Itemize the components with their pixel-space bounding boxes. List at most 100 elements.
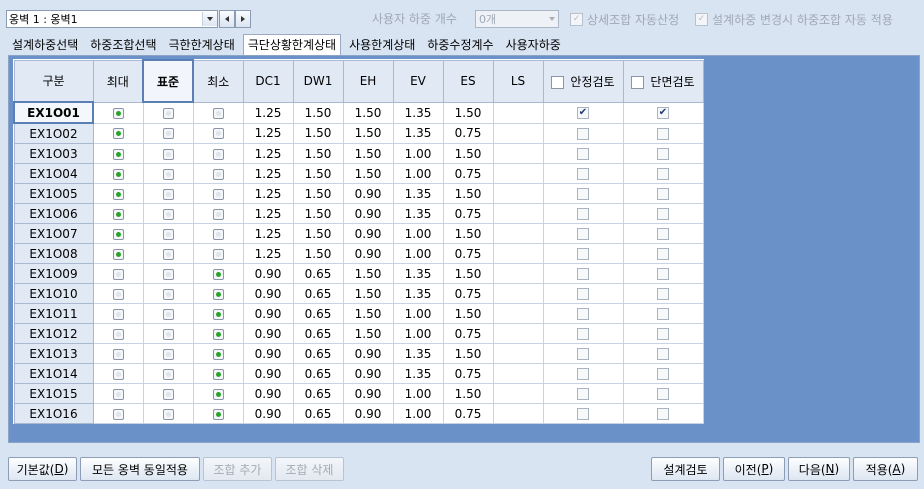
cell-ev[interactable]: 1.00	[392, 223, 444, 244]
row-id[interactable]: EX1O13	[13, 343, 94, 364]
radio-cell-max[interactable]	[92, 263, 144, 284]
radio-cell-std[interactable]	[142, 183, 194, 204]
cell-eh[interactable]: 1.50	[342, 323, 394, 344]
section-checkbox[interactable]	[657, 308, 669, 320]
cell-ls[interactable]	[492, 403, 544, 424]
cell-stability[interactable]	[542, 143, 624, 164]
cell-dw1[interactable]: 1.50	[292, 223, 344, 244]
cell-dw1[interactable]: 1.50	[292, 163, 344, 184]
radio-max[interactable]	[112, 328, 124, 340]
section-checkbox[interactable]	[657, 208, 669, 220]
radio-cell-std[interactable]	[142, 143, 194, 164]
row-id[interactable]: EX1O16	[13, 403, 94, 424]
cell-section[interactable]	[622, 403, 704, 424]
cell-dw1[interactable]: 0.65	[292, 323, 344, 344]
table-row[interactable]: EX1O10 0.90 0.65 1.50 1.35 0.75	[13, 283, 704, 304]
cell-dc1[interactable]: 1.25	[242, 143, 294, 164]
radio-cell-max[interactable]	[92, 163, 144, 184]
radio-cell-std[interactable]	[142, 383, 194, 404]
cell-stability[interactable]: ✔	[542, 101, 624, 124]
radio-std[interactable]	[162, 107, 174, 119]
apply-button[interactable]: 적용(A)	[853, 457, 918, 481]
radio-std[interactable]	[162, 328, 174, 340]
cell-section[interactable]: ✔	[622, 101, 704, 124]
cell-ls[interactable]	[492, 343, 544, 364]
cell-eh[interactable]: 1.50	[342, 163, 394, 184]
table-row[interactable]: EX1O06 1.25 1.50 0.90 1.35 0.75	[13, 203, 704, 224]
radio-cell-std[interactable]	[142, 223, 194, 244]
table-row[interactable]: EX1O01 1.25 1.50 1.50 1.35 1.50 ✔ ✔	[13, 101, 704, 124]
radio-cell-std[interactable]	[142, 403, 194, 424]
row-id[interactable]: EX1O08	[13, 243, 94, 264]
cell-ev[interactable]: 1.00	[392, 403, 444, 424]
radio-std[interactable]	[162, 228, 174, 240]
radio-cell-max[interactable]	[92, 283, 144, 304]
cell-es[interactable]: 1.50	[442, 263, 494, 284]
row-id[interactable]: EX1O05	[13, 183, 94, 204]
cell-ev[interactable]: 1.35	[392, 263, 444, 284]
cell-section[interactable]	[622, 383, 704, 404]
cell-dc1[interactable]: 0.90	[242, 383, 294, 404]
radio-max[interactable]	[112, 208, 124, 220]
radio-max[interactable]	[112, 128, 124, 140]
cell-dw1[interactable]: 0.65	[292, 263, 344, 284]
radio-min[interactable]	[212, 168, 224, 180]
cell-ev[interactable]: 1.35	[392, 101, 444, 124]
radio-max[interactable]	[112, 288, 124, 300]
table-row[interactable]: EX1O07 1.25 1.50 0.90 1.00 1.50	[13, 223, 704, 244]
row-id[interactable]: EX1O04	[13, 163, 94, 184]
apply-all-walls-button[interactable]: 모든 옹벽 동일적용	[80, 457, 200, 481]
section-checkbox[interactable]	[657, 127, 669, 140]
cell-stability[interactable]	[542, 223, 624, 244]
radio-cell-min[interactable]	[192, 143, 244, 164]
stability-checkbox[interactable]	[577, 288, 589, 300]
cell-dc1[interactable]: 0.90	[242, 323, 294, 344]
cell-ls[interactable]	[492, 101, 544, 124]
cell-ev[interactable]: 1.00	[392, 143, 444, 164]
cell-dc1[interactable]: 1.25	[242, 243, 294, 264]
cell-section[interactable]	[622, 303, 704, 324]
radio-cell-std[interactable]	[142, 203, 194, 224]
cell-es[interactable]: 1.50	[442, 101, 494, 124]
radio-std[interactable]	[162, 128, 174, 140]
cell-section[interactable]	[622, 243, 704, 264]
next-wall-button[interactable]	[235, 10, 251, 28]
radio-cell-max[interactable]	[92, 343, 144, 364]
cell-dc1[interactable]: 0.90	[242, 283, 294, 304]
radio-cell-std[interactable]	[142, 263, 194, 284]
table-row[interactable]: EX1O08 1.25 1.50 0.90 1.00 0.75	[13, 243, 704, 264]
radio-std[interactable]	[162, 208, 174, 220]
cell-ev[interactable]: 1.35	[392, 122, 444, 144]
radio-cell-std[interactable]	[142, 163, 194, 184]
cell-section[interactable]	[622, 163, 704, 184]
cell-stability[interactable]	[542, 303, 624, 324]
cell-dc1[interactable]: 0.90	[242, 403, 294, 424]
wall-select[interactable]: 옹벽 1 : 옹벽1	[6, 10, 218, 28]
cell-stability[interactable]	[542, 383, 624, 404]
cell-dw1[interactable]: 0.65	[292, 343, 344, 364]
col-header-ev[interactable]: EV	[392, 59, 444, 103]
cell-es[interactable]: 0.75	[442, 203, 494, 224]
stability-checkbox[interactable]: ✔	[577, 107, 589, 119]
radio-max[interactable]	[112, 148, 124, 160]
cell-section[interactable]	[622, 263, 704, 284]
col-header-es[interactable]: ES	[442, 59, 494, 103]
cell-es[interactable]: 0.75	[442, 323, 494, 344]
stability-checkbox[interactable]	[577, 188, 589, 200]
radio-min[interactable]	[212, 288, 224, 300]
cell-dc1[interactable]: 1.25	[242, 122, 294, 144]
cell-section[interactable]	[622, 183, 704, 204]
radio-cell-min[interactable]	[192, 101, 244, 124]
prev-wall-button[interactable]	[219, 10, 235, 28]
cell-dc1[interactable]: 0.90	[242, 343, 294, 364]
cell-eh[interactable]: 0.90	[342, 363, 394, 384]
cell-ev[interactable]: 1.35	[392, 363, 444, 384]
radio-cell-max[interactable]	[92, 183, 144, 204]
table-row[interactable]: EX1O11 0.90 0.65 1.50 1.00 1.50	[13, 303, 704, 324]
section-checkbox[interactable]	[657, 288, 669, 300]
cell-ls[interactable]	[492, 122, 544, 144]
radio-min[interactable]	[212, 368, 224, 380]
col-header-min[interactable]: 최소	[192, 59, 244, 103]
default-button[interactable]: 기본값(D)	[8, 457, 77, 481]
radio-min[interactable]	[212, 348, 224, 360]
